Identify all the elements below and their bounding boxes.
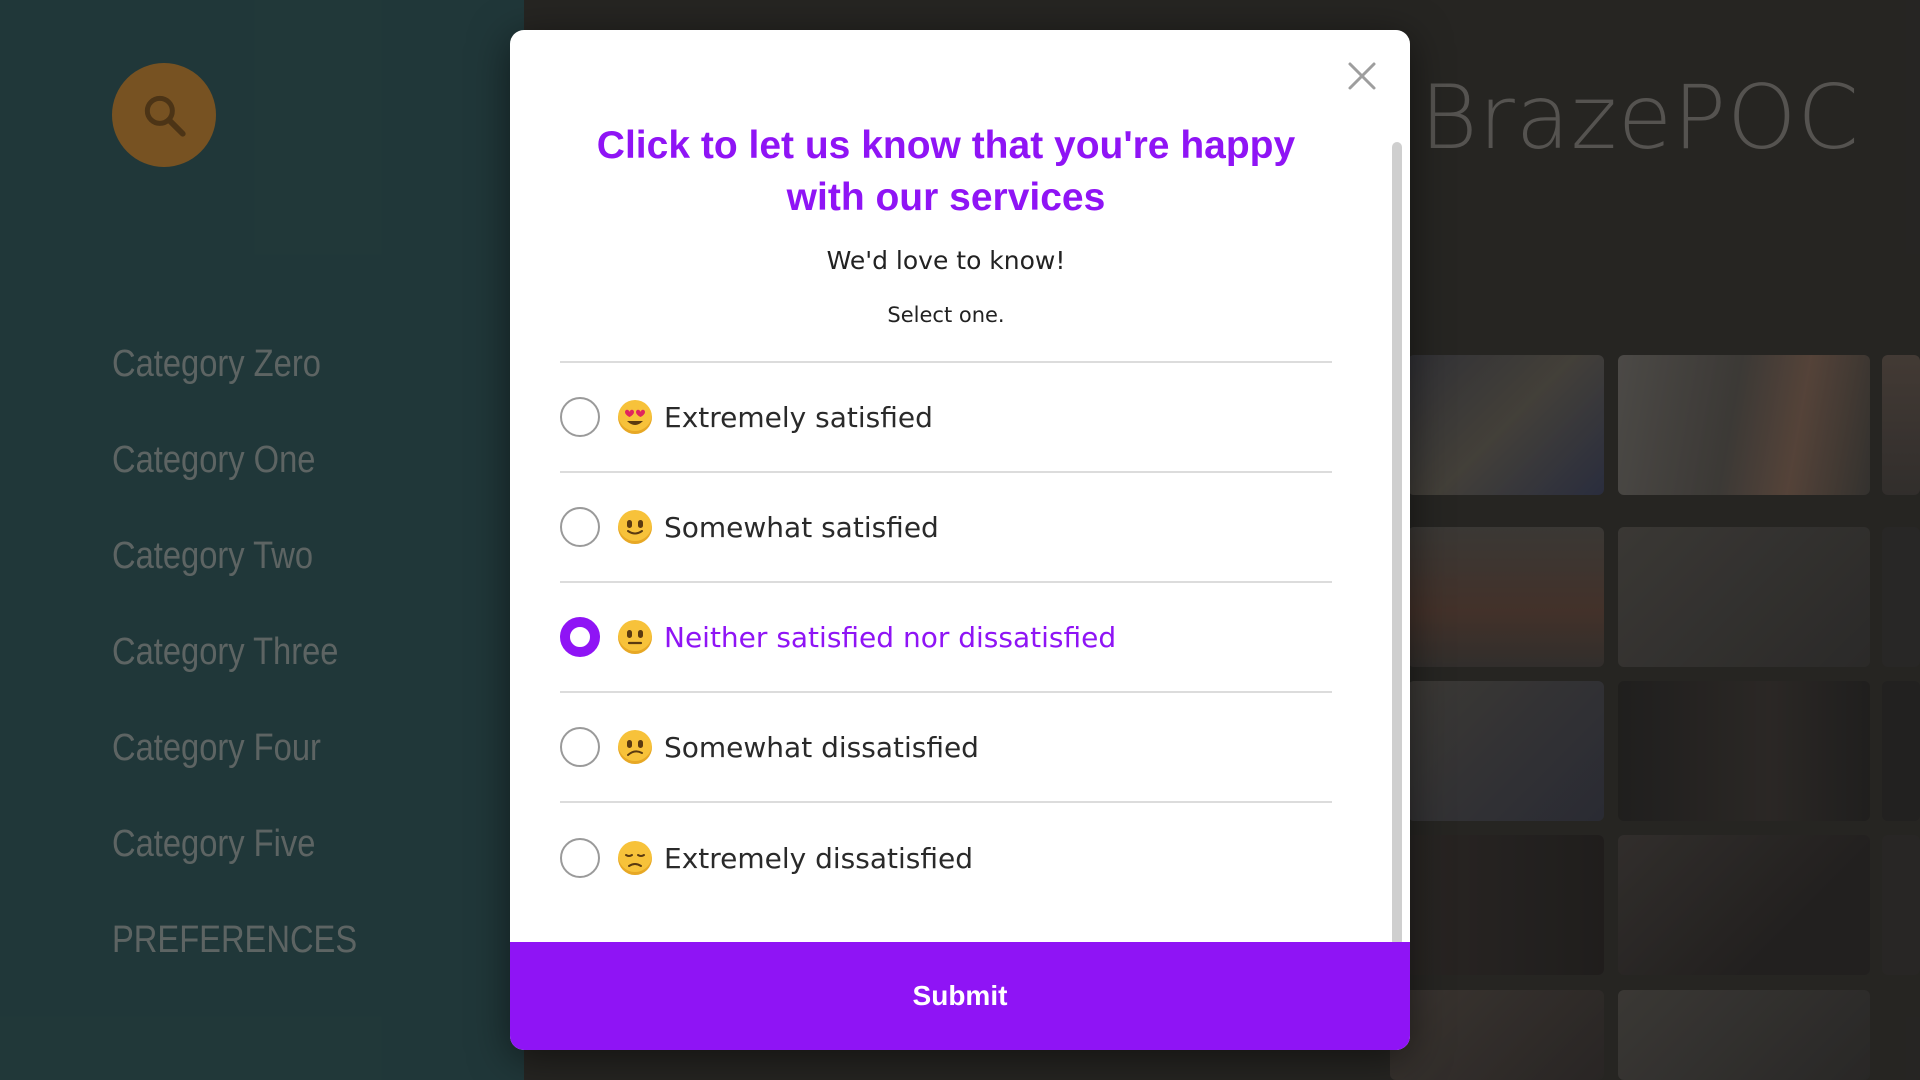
radio-button[interactable]: [560, 397, 600, 437]
option-label: Extremely satisfied: [664, 400, 933, 434]
modal-content: Click to let us know that you're happy w…: [560, 120, 1332, 913]
option-neither-satisfied-nor-dissatisfied[interactable]: Neither satisfied nor dissatisfied: [560, 583, 1332, 693]
slight-smile-emoji-icon: [618, 510, 652, 544]
radio-button-checked[interactable]: [560, 617, 600, 657]
close-icon: [1348, 62, 1376, 90]
confused-face-emoji-icon: [618, 730, 652, 764]
neutral-face-emoji-icon: [618, 620, 652, 654]
option-extremely-dissatisfied[interactable]: Extremely dissatisfied: [560, 803, 1332, 913]
survey-modal: Click to let us know that you're happy w…: [510, 30, 1410, 1050]
option-somewhat-dissatisfied[interactable]: Somewhat dissatisfied: [560, 693, 1332, 803]
option-list: Extremely satisfied Somewhat satisfied N…: [560, 361, 1332, 913]
pensive-face-emoji-icon: [618, 841, 652, 875]
heart-eyes-emoji-icon: [618, 400, 652, 434]
radio-button[interactable]: [560, 727, 600, 767]
submit-button[interactable]: Submit: [510, 942, 1410, 1050]
option-label: Neither satisfied nor dissatisfied: [664, 620, 1117, 654]
option-label: Somewhat satisfied: [664, 510, 939, 544]
option-extremely-satisfied[interactable]: Extremely satisfied: [560, 363, 1332, 473]
option-label: Somewhat dissatisfied: [664, 730, 979, 764]
close-button[interactable]: [1342, 56, 1382, 96]
modal-hint: Select one.: [887, 303, 1005, 327]
option-label: Extremely dissatisfied: [664, 841, 973, 875]
option-somewhat-satisfied[interactable]: Somewhat satisfied: [560, 473, 1332, 583]
modal-title: Click to let us know that you're happy w…: [596, 124, 1296, 219]
scrollbar[interactable]: [1392, 142, 1402, 946]
radio-button[interactable]: [560, 838, 600, 878]
radio-button[interactable]: [560, 507, 600, 547]
modal-subtitle: We'd love to know!: [826, 246, 1066, 275]
